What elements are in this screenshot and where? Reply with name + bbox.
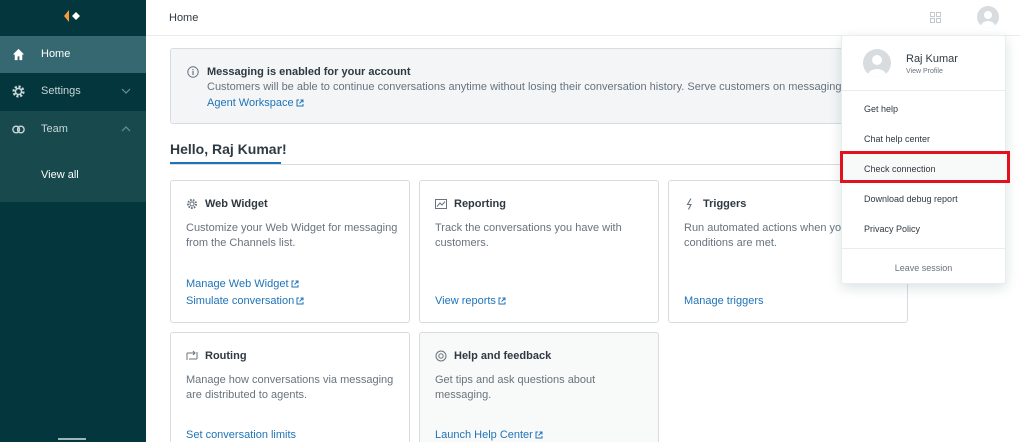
sidebar-item-home[interactable]: Home <box>0 36 146 73</box>
menu-item-check-connection[interactable]: Check connection <box>864 164 936 174</box>
routing-icon <box>186 350 198 360</box>
external-link-icon <box>498 297 506 305</box>
card-description: Track the conversations you have with cu… <box>435 222 622 249</box>
external-link-icon <box>291 280 299 288</box>
banner-text: Customers will be able to continue conve… <box>207 81 857 93</box>
lightning-icon <box>686 198 692 210</box>
link-label: Agent Workspace <box>207 97 294 109</box>
chevron-up-icon <box>121 126 131 132</box>
external-link-icon <box>535 431 543 439</box>
greeting-divider <box>170 164 860 165</box>
link-label: Manage triggers <box>684 295 764 307</box>
profile-name: Raj Kumar <box>906 53 958 65</box>
simulate-conversation-link[interactable]: Simulate conversation <box>186 295 304 307</box>
sidebar-item-label: Settings <box>41 85 81 97</box>
info-icon <box>187 66 199 78</box>
view-reports-link[interactable]: View reports <box>435 295 506 307</box>
gear-icon <box>187 199 197 209</box>
apps-grid-icon[interactable] <box>930 12 941 23</box>
card-title: Help and feedback <box>454 350 552 362</box>
gear-icon <box>12 85 25 98</box>
manage-triggers-link[interactable]: Manage triggers <box>684 295 764 307</box>
link-label: Launch Help Center <box>435 429 533 441</box>
user-icon <box>981 11 995 28</box>
menu-divider <box>842 90 1005 91</box>
external-link-icon <box>296 99 304 107</box>
card-title: Web Widget <box>205 198 268 210</box>
card-description: Customize your Web Widget for messaging … <box>186 222 398 249</box>
card-web-widget: Web Widget Customize your Web Widget for… <box>170 180 410 323</box>
page-title: Home <box>169 12 199 24</box>
user-avatar-button[interactable] <box>977 6 999 28</box>
messaging-info-banner: Messaging is enabled for your account Cu… <box>170 48 860 124</box>
leave-session-button[interactable]: Leave session <box>842 263 1005 273</box>
link-label: Manage Web Widget <box>186 278 289 290</box>
link-label: Set conversation limits <box>186 429 297 441</box>
team-icon <box>12 125 25 134</box>
top-header: Home <box>146 0 1020 36</box>
menu-item-download-debug-report[interactable]: Download debug report <box>864 194 958 204</box>
card-description: Get tips and ask questions about messagi… <box>435 374 596 401</box>
card-routing: Routing Manage how conversations via mes… <box>170 332 410 442</box>
zendesk-logo[interactable] <box>62 9 82 23</box>
sidebar-subitem-view-all[interactable]: View all <box>0 148 146 202</box>
set-conversation-limits-link[interactable]: Set conversation limits <box>186 429 296 441</box>
profile-avatar <box>863 49 891 77</box>
home-icon <box>12 48 25 61</box>
card-title: Triggers <box>703 198 747 210</box>
link-label: Simulate conversation <box>186 295 295 307</box>
sidebar-subitem-label: View all <box>41 169 79 181</box>
menu-divider <box>842 248 1005 249</box>
user-icon <box>868 55 886 77</box>
sidebar-bottom-divider <box>58 438 86 442</box>
view-profile-link[interactable]: View Profile <box>906 68 943 75</box>
card-help-feedback: Help and feedback Get tips and ask quest… <box>419 332 659 442</box>
menu-item-privacy-policy[interactable]: Privacy Policy <box>864 224 920 234</box>
menu-item-chat-help-center[interactable]: Chat help center <box>864 134 930 144</box>
launch-help-center-link[interactable]: Launch Help Center <box>435 429 543 441</box>
sidebar-item-label: Home <box>41 48 71 60</box>
sidebar-item-team[interactable]: Team <box>0 111 146 148</box>
profile-menu: Raj Kumar View Profile Get help Chat hel… <box>840 35 1010 284</box>
link-label: View reports <box>435 295 496 307</box>
greeting-heading: Hello, Raj Kumar! <box>170 141 287 157</box>
card-title: Routing <box>205 350 247 362</box>
card-title: Reporting <box>454 198 506 210</box>
card-description: Manage how conversations via messaging a… <box>186 374 394 401</box>
agent-workspace-link[interactable]: Agent Workspace <box>207 97 304 109</box>
menu-item-get-help[interactable]: Get help <box>864 104 898 114</box>
manage-web-widget-link[interactable]: Manage Web Widget <box>186 278 299 290</box>
sidebar-item-label: Team <box>41 123 68 135</box>
chevron-down-icon <box>121 88 131 94</box>
banner-title: Messaging is enabled for your account <box>207 66 411 78</box>
sidebar: Home Settings Team View all <box>0 0 146 442</box>
card-reporting: Reporting Track the conversations you ha… <box>419 180 659 323</box>
lifebuoy-icon <box>435 350 447 362</box>
chart-icon <box>435 199 447 209</box>
sidebar-item-settings[interactable]: Settings <box>0 73 146 110</box>
external-link-icon <box>296 297 304 305</box>
